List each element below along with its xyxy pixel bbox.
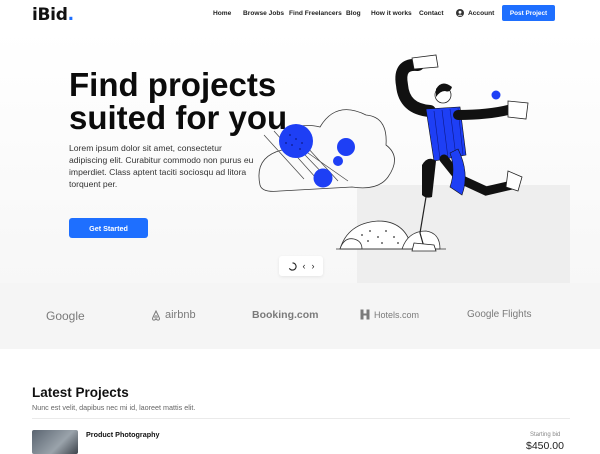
- section-title: Latest Projects: [32, 385, 129, 400]
- airbnb-icon: [151, 309, 161, 321]
- nav-blog[interactable]: Blog: [346, 10, 361, 17]
- nav-contact[interactable]: Contact: [419, 10, 444, 17]
- price-label: Starting bid: [530, 432, 561, 438]
- hero-section: Find projects suited for you Lorem ipsum …: [0, 30, 600, 283]
- post-project-button[interactable]: Post Project: [502, 5, 555, 21]
- brand-google-flights: Google Flights: [467, 309, 532, 320]
- brand-hotels: Hotels.com: [360, 309, 419, 320]
- chevron-left-icon[interactable]: ‹: [303, 261, 306, 271]
- brand-logos: Google airbnb Booking.com Hotels.com Goo…: [0, 283, 600, 349]
- hotels-icon: [360, 309, 370, 320]
- logo[interactable]: iBid.: [32, 5, 74, 25]
- nav-home[interactable]: Home: [213, 10, 231, 17]
- hero-description: Lorem ipsum dolor sit amet, consectetur …: [69, 143, 254, 189]
- nav-find-freelancers[interactable]: Find Freelancers: [289, 10, 342, 17]
- nav-how-it-works[interactable]: How it works: [371, 10, 412, 17]
- loading-icon: [288, 261, 297, 271]
- brand-google: Google: [46, 309, 85, 323]
- project-title[interactable]: Product Photography: [86, 430, 159, 439]
- divider: [32, 418, 570, 419]
- account-label: Account: [468, 9, 495, 17]
- chevron-right-icon[interactable]: ›: [312, 261, 315, 271]
- section-subtitle: Nunc est velit, dapibus nec mi id, laore…: [32, 403, 196, 412]
- get-started-button[interactable]: Get Started: [69, 218, 148, 238]
- user-circle-icon: [456, 9, 464, 17]
- slider-controls: ‹ ›: [279, 256, 323, 276]
- brand-airbnb: airbnb: [151, 309, 196, 321]
- account-link[interactable]: Account: [456, 9, 494, 17]
- project-thumbnail[interactable]: [32, 430, 78, 454]
- site-header: iBid. Home Browse Jobs Find Freelancers …: [0, 0, 600, 30]
- nav-browse-jobs[interactable]: Browse Jobs: [243, 10, 284, 17]
- hero-illustration: [258, 54, 570, 283]
- project-price: $450.00: [526, 440, 564, 452]
- brand-booking: Booking.com: [252, 309, 319, 321]
